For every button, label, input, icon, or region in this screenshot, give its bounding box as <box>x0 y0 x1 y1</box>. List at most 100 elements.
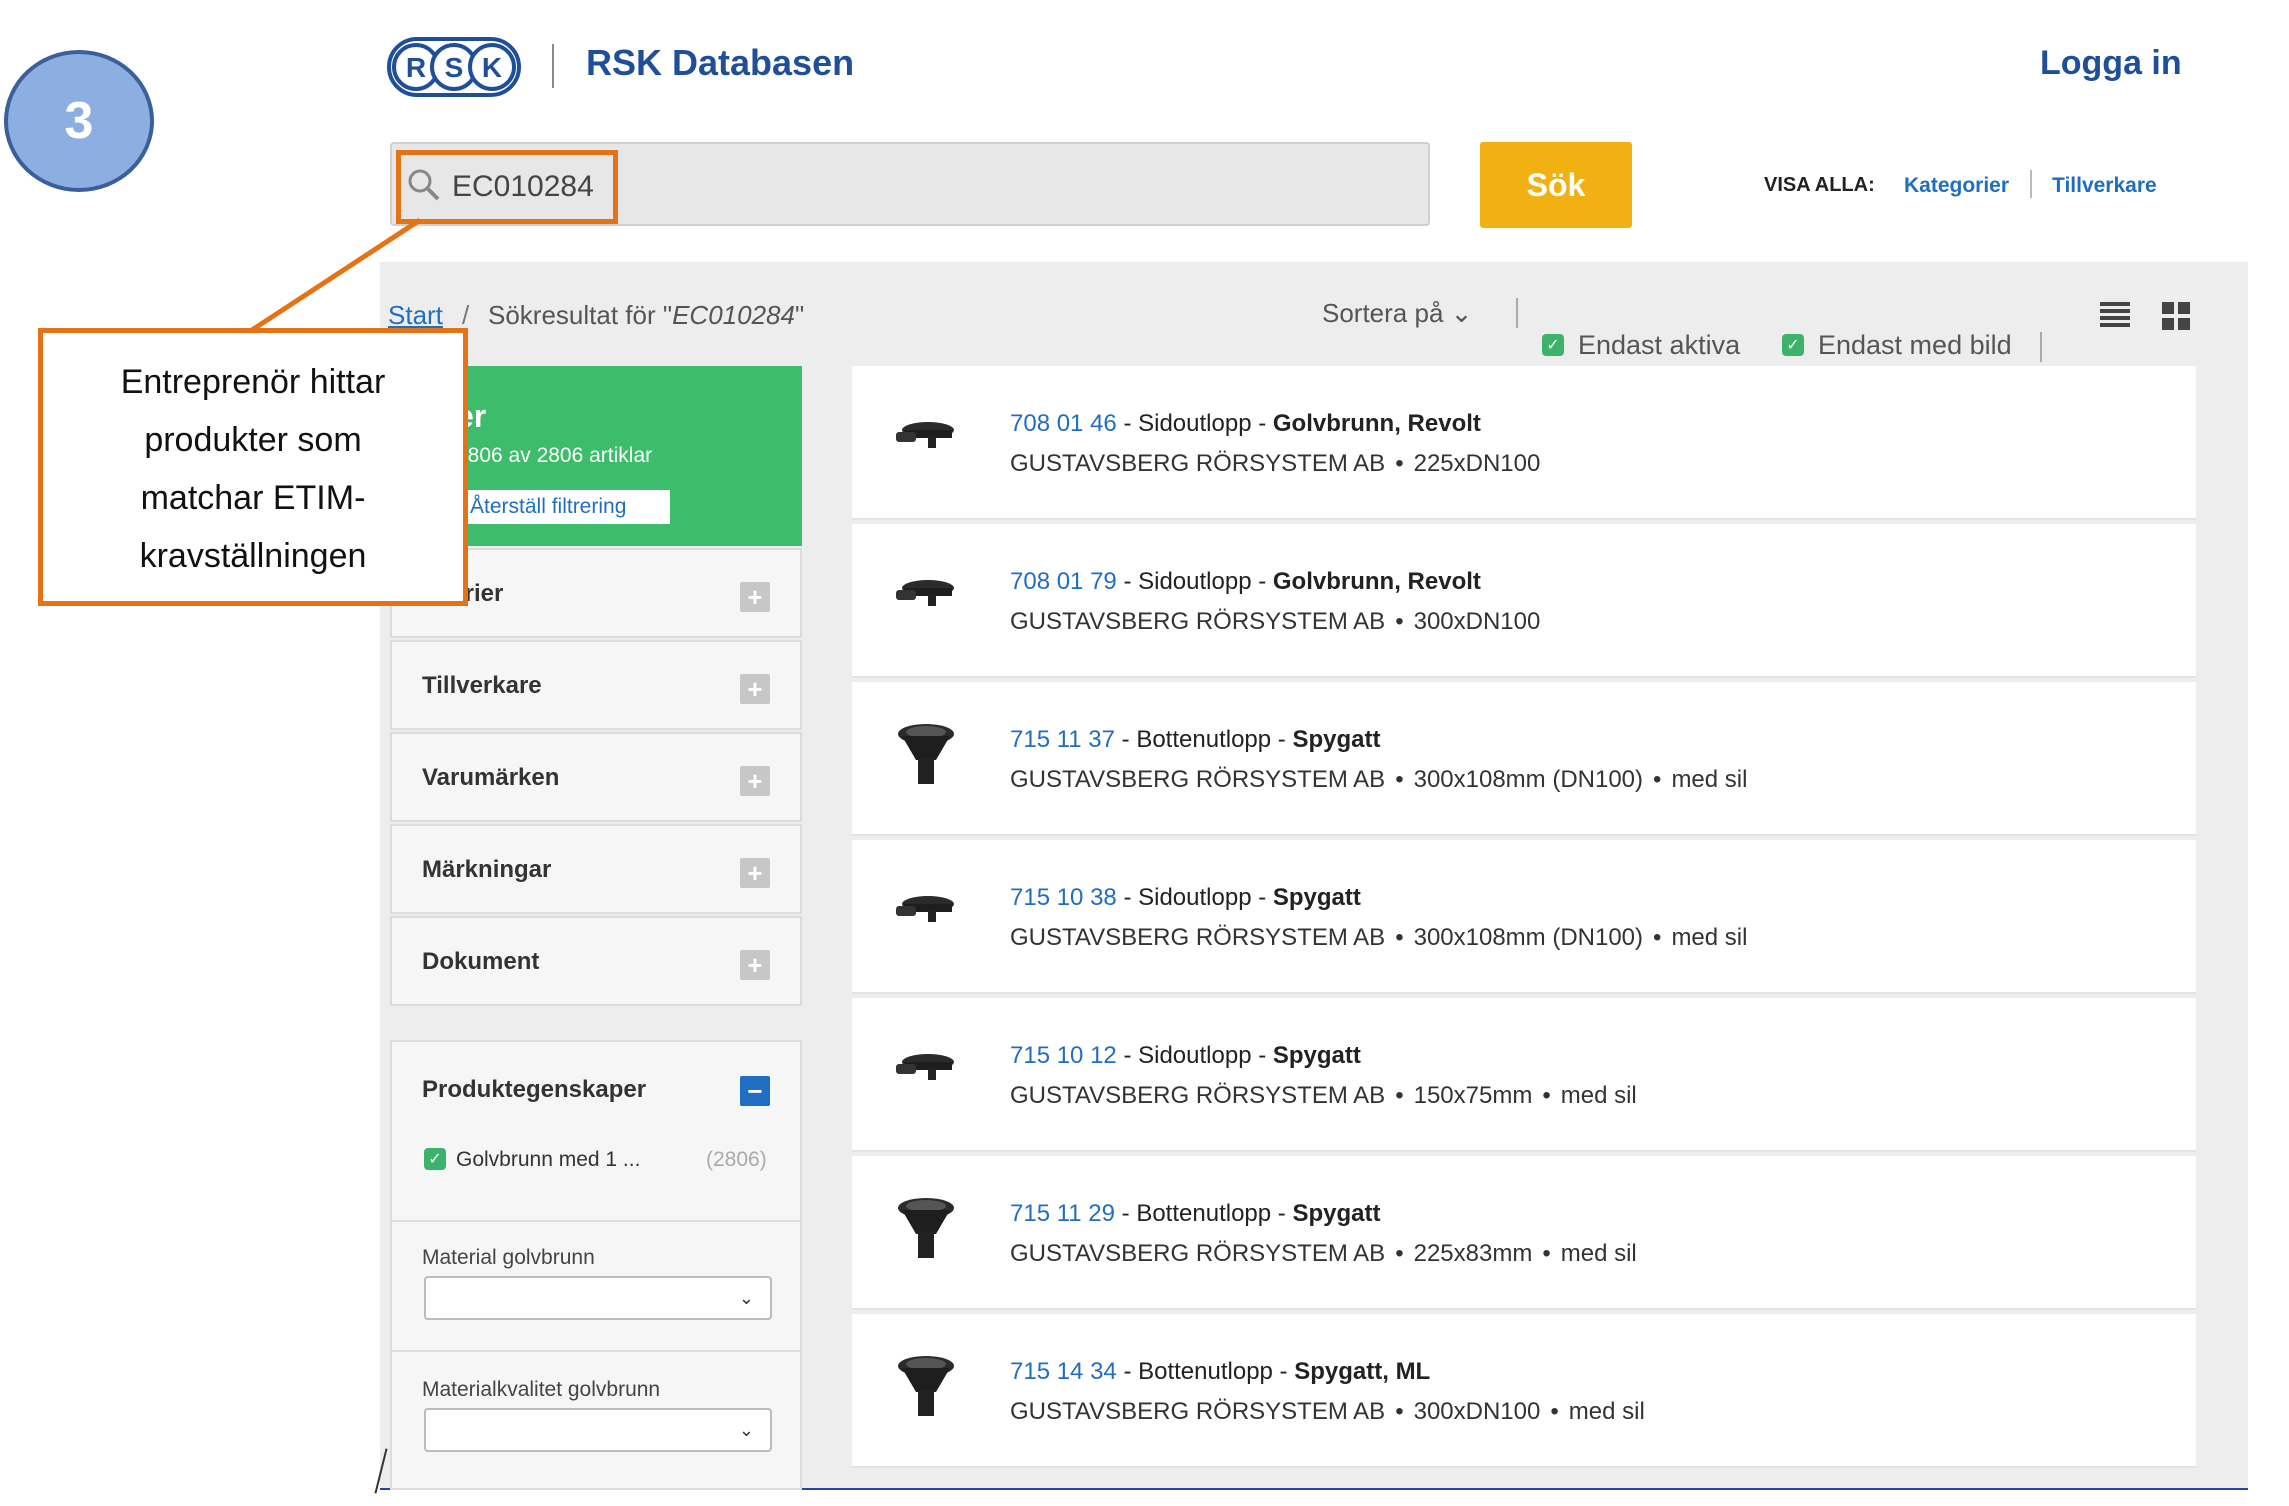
accordion-label: Varumärken <box>422 764 560 791</box>
only-active-label[interactable]: Endast aktiva <box>1578 330 1740 361</box>
result-title: 708 01 46 - Sidoutlopp - Golvbrunn, Revo… <box>1010 410 1481 437</box>
bullet-separator: • <box>1542 1082 1551 1109</box>
reset-filter-button[interactable]: Återställ filtrering <box>456 490 670 524</box>
floor-drain-count: (2806) <box>706 1148 767 1171</box>
floor-drain-checkbox[interactable]: ✓ <box>424 1148 446 1170</box>
material-select[interactable]: ⌄ <box>424 1276 772 1320</box>
floor-drain-label[interactable]: Golvbrunn med 1 ... <box>456 1148 640 1172</box>
plus-icon[interactable]: + <box>740 766 770 796</box>
toolbar-divider <box>1516 298 1518 328</box>
link-divider <box>2030 170 2032 198</box>
only-active-checkbox[interactable]: ✓ <box>1542 334 1564 356</box>
bullet-separator: • <box>1395 1082 1404 1109</box>
product-type: Sidoutlopp <box>1138 568 1252 595</box>
breadcrumb-separator: / <box>462 300 470 330</box>
svg-text:S: S <box>445 52 464 83</box>
header-divider <box>552 44 554 88</box>
material-quality-label: Materialkvalitet golvbrunn <box>422 1378 661 1401</box>
svg-text:K: K <box>482 52 502 83</box>
sort-label: Sortera på <box>1322 298 1444 328</box>
rsk-number-link[interactable]: 715 10 12 <box>1010 1042 1117 1069</box>
bullet-separator: • <box>1395 450 1404 477</box>
accordion-brands[interactable]: Varumärken + <box>390 732 802 822</box>
result-title: 715 10 12 - Sidoutlopp - Spygatt <box>1010 1042 1361 1069</box>
list-view-icon[interactable] <box>2100 302 2130 328</box>
filter-count: 2806 av 2806 artiklar <box>456 444 653 467</box>
rsk-number-link[interactable]: 708 01 46 <box>1010 410 1117 437</box>
bottom-outlet-icon[interactable] <box>894 1194 958 1260</box>
categories-link[interactable]: Kategorier <box>1904 174 2009 198</box>
breadcrumb-current: Sökresultat för "EC010284" <box>488 300 804 331</box>
product-name: Spygatt, ML <box>1294 1358 1431 1385</box>
result-title: 708 01 79 - Sidoutlopp - Golvbrunn, Revo… <box>1010 568 1481 595</box>
search-button[interactable]: Sök <box>1480 142 1632 228</box>
result-row[interactable]: 715 11 37 - Bottenutlopp - Spygatt GUSTAV… <box>852 682 2196 836</box>
result-title: 715 14 34 - Bottenutlopp - Spygatt, ML <box>1010 1358 1431 1385</box>
product-name: Spygatt <box>1272 1042 1361 1069</box>
extra-info: med sil <box>1568 1398 1645 1425</box>
rsk-logo[interactable]: R S K <box>386 36 522 98</box>
plus-icon[interactable]: + <box>740 858 770 888</box>
result-row[interactable]: 715 11 29 - Bottenutlopp - Spygatt GUSTAV… <box>852 1156 2196 1310</box>
side-outlet-icon[interactable] <box>894 1036 958 1102</box>
dimensions: 225x83mm <box>1413 1240 1533 1267</box>
side-outlet-icon[interactable] <box>894 562 958 628</box>
panel-divider <box>392 1350 800 1352</box>
side-outlet-icon[interactable] <box>894 878 958 944</box>
dimensions: 300xDN100 <box>1413 1398 1541 1425</box>
accordion-label: Tillverkare <box>422 672 542 699</box>
search-highlight <box>396 150 618 224</box>
minus-icon[interactable]: − <box>740 1076 770 1106</box>
bullet-separator: • <box>1395 766 1404 793</box>
site-title[interactable]: RSK Databasen <box>586 42 854 84</box>
plus-icon[interactable]: + <box>740 582 770 612</box>
extra-info: med sil <box>1560 1082 1637 1109</box>
rsk-number-link[interactable]: 708 01 79 <box>1010 568 1117 595</box>
plus-icon[interactable]: + <box>740 674 770 704</box>
breadcrumb-start[interactable]: Start <box>388 300 443 331</box>
result-row[interactable]: 708 01 79 - Sidoutlopp - Golvbrunn, Revo… <box>852 524 2196 678</box>
material-quality-select[interactable]: ⌄ <box>424 1408 772 1452</box>
accordion-labels[interactable]: Märkningar + <box>390 824 802 914</box>
result-details: GUSTAVSBERG RÖRSYSTEM AB • 300xDN100 • med s… <box>1010 1398 1645 1426</box>
dimensions: 150x75mm <box>1413 1082 1533 1109</box>
rsk-number-link[interactable]: 715 11 37 <box>1010 726 1115 753</box>
product-type: Sidoutlopp <box>1138 410 1252 437</box>
svg-text:R: R <box>406 52 426 83</box>
rsk-number-link[interactable]: 715 14 34 <box>1010 1358 1117 1385</box>
login-link[interactable]: Logga in <box>2040 44 2182 83</box>
plus-icon[interactable]: + <box>740 950 770 980</box>
product-name: Spygatt <box>1272 884 1361 911</box>
result-row[interactable]: 708 01 46 - Sidoutlopp - Golvbrunn, Revo… <box>852 366 2196 520</box>
breadcrumb-prefix: Sökresultat för " <box>488 300 673 330</box>
only-with-image-checkbox[interactable]: ✓ <box>1782 334 1804 356</box>
result-row[interactable]: 715 10 12 - Sidoutlopp - Spygatt GUSTAVSB… <box>852 998 2196 1152</box>
bottom-outlet-icon[interactable] <box>894 720 958 786</box>
manufacturers-link[interactable]: Tillverkare <box>2052 174 2157 198</box>
bullet-separator: • <box>1653 766 1662 793</box>
result-row[interactable]: 715 14 34 - Bottenutlopp - Spygatt, ML GU… <box>852 1314 2196 1468</box>
rsk-number-link[interactable]: 715 11 29 <box>1010 1200 1115 1227</box>
result-details: GUSTAVSBERG RÖRSYSTEM AB • 300x108mm (DN10… <box>1010 766 1747 794</box>
manufacturer: GUSTAVSBERG RÖRSYSTEM AB <box>1010 924 1386 951</box>
result-row[interactable]: 715 10 38 - Sidoutlopp - Spygatt GUSTAVSB… <box>852 840 2196 994</box>
product-name: Spygatt <box>1292 1200 1381 1227</box>
sort-dropdown[interactable]: Sortera på ⌄ <box>1322 298 1472 329</box>
chevron-down-icon: ⌄ <box>738 1420 754 1440</box>
accordion-documents[interactable]: Dokument + <box>390 916 802 1006</box>
accordion-manufacturers[interactable]: Tillverkare + <box>390 640 802 730</box>
show-all-label: VISA ALLA: <box>1764 174 1875 196</box>
result-details: GUSTAVSBERG RÖRSYSTEM AB • 300xDN100 <box>1010 608 1540 636</box>
manufacturer: GUSTAVSBERG RÖRSYSTEM AB <box>1010 1082 1386 1109</box>
product-type: Bottenutlopp <box>1138 1358 1273 1385</box>
only-with-image-label[interactable]: Endast med bild <box>1818 330 2012 361</box>
product-type: Bottenutlopp <box>1136 1200 1272 1227</box>
rsk-number-link[interactable]: 715 10 38 <box>1010 884 1117 911</box>
chevron-down-icon: ⌄ <box>738 1288 754 1308</box>
product-properties-title: Produktegenskaper <box>422 1076 647 1103</box>
product-type: Bottenutlopp <box>1136 726 1272 753</box>
accordion-label: Märkningar <box>422 856 552 883</box>
grid-view-icon[interactable] <box>2162 302 2190 330</box>
side-outlet-icon[interactable] <box>894 404 958 470</box>
bottom-outlet-icon[interactable] <box>894 1352 958 1418</box>
